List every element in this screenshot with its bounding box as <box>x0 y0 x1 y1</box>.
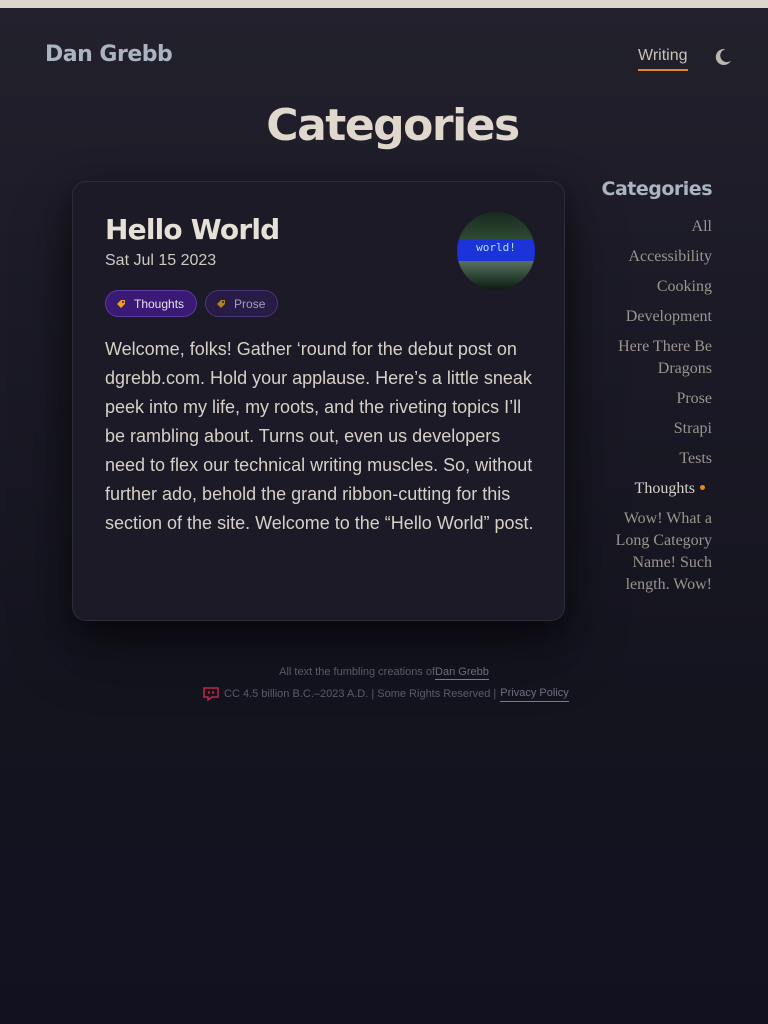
footer-author-link[interactable]: Dan Grebb <box>435 666 489 680</box>
category-link-accessibility[interactable]: Accessibility <box>628 246 712 268</box>
category-link-development[interactable]: Development <box>626 306 712 328</box>
post-date: Sat Jul 15 2023 <box>105 252 217 269</box>
tag-icon <box>217 299 226 308</box>
creative-commons-icon <box>203 687 219 702</box>
list-item: Wow! What a Long Category Name! Such len… <box>596 508 712 596</box>
list-item: Prose <box>596 388 712 410</box>
post-excerpt: Welcome, folks! Gather ‘round for the de… <box>105 339 534 533</box>
active-category-indicator <box>700 485 705 490</box>
list-item: Cooking <box>596 276 712 298</box>
category-link-thoughts[interactable]: Thoughts <box>635 478 695 500</box>
list-item: Accessibility <box>596 246 712 268</box>
privacy-policy-link[interactable]: Privacy Policy <box>500 687 569 702</box>
footer-license-text: CC 4.5 billion B.C.–2023 A.D. | Some Rig… <box>224 688 497 700</box>
sidebar-title: Categories <box>601 178 713 200</box>
tag-thoughts[interactable]: Thoughts <box>105 290 198 317</box>
list-item: Thoughts <box>596 478 712 500</box>
category-link-tests[interactable]: Tests <box>679 448 712 470</box>
post-title[interactable]: Hello World <box>105 213 280 246</box>
post-tags: Thoughts Prose <box>105 290 279 317</box>
category-link-cooking[interactable]: Cooking <box>657 276 712 298</box>
list-item: Tests <box>596 448 712 470</box>
category-link-long-name[interactable]: Wow! What a Long Category Name! Such len… <box>596 508 712 596</box>
tag-icon <box>117 299 125 308</box>
nav-writing-link[interactable]: Writing <box>638 47 688 71</box>
category-link-strapi[interactable]: Strapi <box>674 418 712 440</box>
footer-license: CC 4.5 billion B.C.–2023 A.D. | Some Rig… <box>202 686 569 702</box>
site-title-link[interactable]: Dan Grebb <box>45 42 173 67</box>
page-title: Categories <box>266 100 520 151</box>
post-card[interactable]: Hello World Sat Jul 15 2023 world! Thoug… <box>72 181 565 621</box>
category-link-all[interactable]: All <box>692 216 712 238</box>
category-link-here-there-be-dragons[interactable]: Here There Be Dragons <box>596 336 712 380</box>
post-image-top <box>457 212 535 239</box>
moon-icon <box>715 49 731 66</box>
top-accent-bar <box>0 0 768 8</box>
footer-credit-text: All text the fumbling creations of <box>279 666 436 678</box>
list-item: Strapi <box>596 418 712 440</box>
list-item: Here There Be Dragons <box>596 336 712 380</box>
list-item: Development <box>596 306 712 328</box>
tag-prose[interactable]: Prose <box>205 290 279 317</box>
list-item: All <box>596 216 712 238</box>
post-image-text: world! <box>476 241 516 254</box>
post-image: world! <box>457 212 535 290</box>
footer-credit: All text the fumbling creations ofDan Gr… <box>0 666 768 680</box>
category-link-prose[interactable]: Prose <box>676 388 712 410</box>
tag-label: Thoughts <box>134 296 185 311</box>
tag-label: Prose <box>234 296 266 311</box>
post-image-bottom <box>457 261 535 290</box>
category-list: All Accessibility Cooking Development He… <box>596 216 712 604</box>
theme-toggle-button[interactable] <box>712 46 734 68</box>
